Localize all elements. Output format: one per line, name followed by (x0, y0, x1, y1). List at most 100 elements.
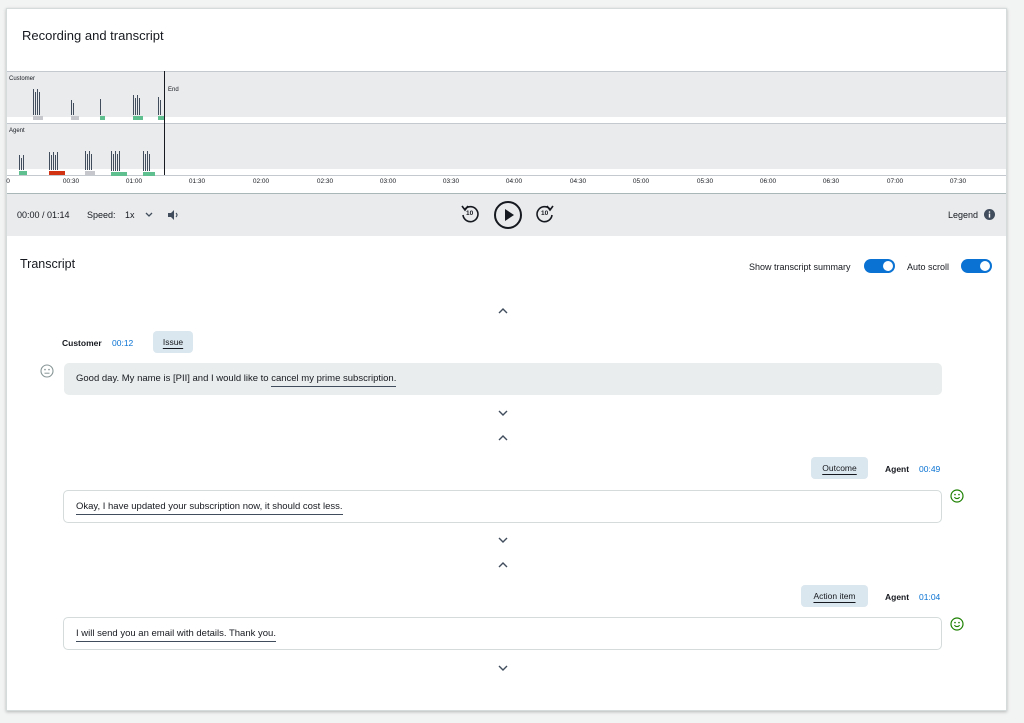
tag-label: Action item (813, 591, 856, 601)
chevron-down-icon[interactable] (145, 212, 153, 218)
tick-label: 07:00 (886, 178, 904, 185)
timeline-end-marker[interactable] (164, 71, 165, 175)
tick-label: 03:30 (442, 178, 460, 185)
recording-panel: Recording and transcript Customer Agent … (6, 8, 1007, 711)
waveform-bar (87, 154, 88, 170)
waveform-bar (55, 155, 56, 170)
waveform-bar (37, 89, 38, 115)
sentiment-segment (19, 171, 27, 175)
outcome-tag[interactable]: Outcome (811, 457, 868, 479)
tick-label: 07:30 (949, 178, 967, 185)
tag-label: Issue (162, 337, 184, 347)
waveform-bar (117, 154, 118, 171)
action-item-tag[interactable]: Action item (801, 585, 868, 607)
waveform-bar (119, 151, 120, 171)
positive-sentiment-icon (950, 489, 964, 503)
waveform-bar (39, 92, 40, 115)
time-axis: 0 00:30 01:00 01:30 02:00 02:30 03:00 03… (6, 178, 1006, 190)
waveform-bar (35, 92, 36, 115)
neutral-sentiment-icon (40, 364, 54, 378)
waveform-bar (49, 152, 50, 170)
message-text: Good day. My name is [PII] and I would l… (76, 373, 272, 384)
chevron-up-icon[interactable] (496, 306, 510, 316)
tick-label: 00:30 (62, 178, 80, 185)
waveform-bar (100, 99, 101, 115)
customer-track-label: Customer (9, 76, 36, 82)
volume-icon[interactable] (167, 209, 179, 221)
chevron-down-icon[interactable] (496, 535, 510, 545)
legend-label[interactable]: Legend (948, 210, 978, 220)
sentiment-segment (85, 171, 95, 175)
tick-label: 01:30 (188, 178, 206, 185)
issue-tag[interactable]: Issue (153, 331, 193, 353)
waveform-bar (71, 100, 72, 115)
end-label: End (168, 87, 179, 93)
tick-label: 02:00 (252, 178, 270, 185)
waveform-bar (21, 158, 22, 170)
tick-label: 06:30 (822, 178, 840, 185)
chevron-down-icon[interactable] (496, 408, 510, 418)
chevron-up-icon[interactable] (496, 560, 510, 570)
waveform-bar (19, 155, 20, 170)
chevron-down-icon[interactable] (496, 663, 510, 673)
sentiment-segment (143, 172, 155, 176)
turn-timestamp[interactable]: 00:12 (112, 338, 133, 348)
tick-label: 02:30 (316, 178, 334, 185)
autoscroll-toggle[interactable] (961, 259, 992, 273)
chevron-up-icon[interactable] (496, 433, 510, 443)
tick-label: 03:00 (379, 178, 397, 185)
customer-track (7, 72, 1006, 117)
tick-label: 05:00 (632, 178, 650, 185)
waveform-bar (139, 98, 140, 115)
turn-speaker: Customer (62, 338, 102, 348)
tick-label: 04:00 (505, 178, 523, 185)
waveform-bar (147, 151, 148, 171)
forward-seconds: 10 (541, 210, 549, 217)
waveform-bar (91, 154, 92, 170)
agent-message: Okay, I have updated your subscription n… (63, 490, 942, 523)
turn-timestamp[interactable]: 01:04 (919, 592, 940, 602)
tick-label: 01:00 (125, 178, 143, 185)
turn-speaker: Agent (885, 464, 910, 474)
rewind-10-button[interactable]: 10 (459, 203, 481, 225)
sentiment-segment (111, 172, 127, 176)
tick-label: 0 (6, 178, 10, 185)
speed-select[interactable]: 1x (125, 210, 135, 220)
waveform-bar (57, 152, 58, 170)
sentiment-segment (133, 116, 143, 120)
agent-track-label: Agent (9, 128, 25, 134)
customer-message: Good day. My name is [PII] and I would l… (64, 363, 942, 395)
positive-sentiment-icon (950, 617, 964, 631)
play-button[interactable] (493, 200, 523, 230)
waveform-bar (149, 154, 150, 171)
waveform-bar (53, 152, 54, 170)
speed-label: Speed: (87, 210, 116, 220)
summary-toggle-label: Show transcript summary (749, 262, 851, 272)
agent-message: I will send you an email with details. T… (63, 617, 942, 650)
waveform-bar (33, 89, 34, 115)
sentiment-segment (71, 116, 79, 120)
waveform-bar (89, 151, 90, 170)
axis-line (7, 175, 1006, 176)
waveform-bar (133, 95, 134, 115)
waveform-bar (85, 151, 86, 170)
info-icon[interactable] (984, 209, 995, 220)
waveform-bar (158, 97, 159, 115)
transcript-title: Transcript (20, 257, 76, 271)
agent-track (7, 124, 1006, 169)
tag-label: Outcome (822, 463, 857, 473)
tick-label: 05:30 (696, 178, 714, 185)
highlighted-phrase[interactable]: I will send you an email with details. T… (76, 628, 276, 642)
timeline[interactable]: Customer Agent End 0 00:30 01:00 01:30 0… (6, 71, 1006, 185)
summary-toggle[interactable] (864, 259, 895, 273)
waveform-bar (113, 154, 114, 171)
waveform-bar (137, 95, 138, 115)
forward-10-button[interactable]: 10 (534, 203, 556, 225)
waveform-bar (51, 155, 52, 170)
waveform-bar (160, 100, 161, 115)
sentiment-segment (33, 116, 43, 120)
turn-timestamp[interactable]: 00:49 (919, 464, 940, 474)
highlighted-phrase[interactable]: cancel my prime subscription. (271, 373, 397, 387)
highlighted-phrase[interactable]: Okay, I have updated your subscription n… (76, 501, 343, 515)
tick-label: 06:00 (759, 178, 777, 185)
